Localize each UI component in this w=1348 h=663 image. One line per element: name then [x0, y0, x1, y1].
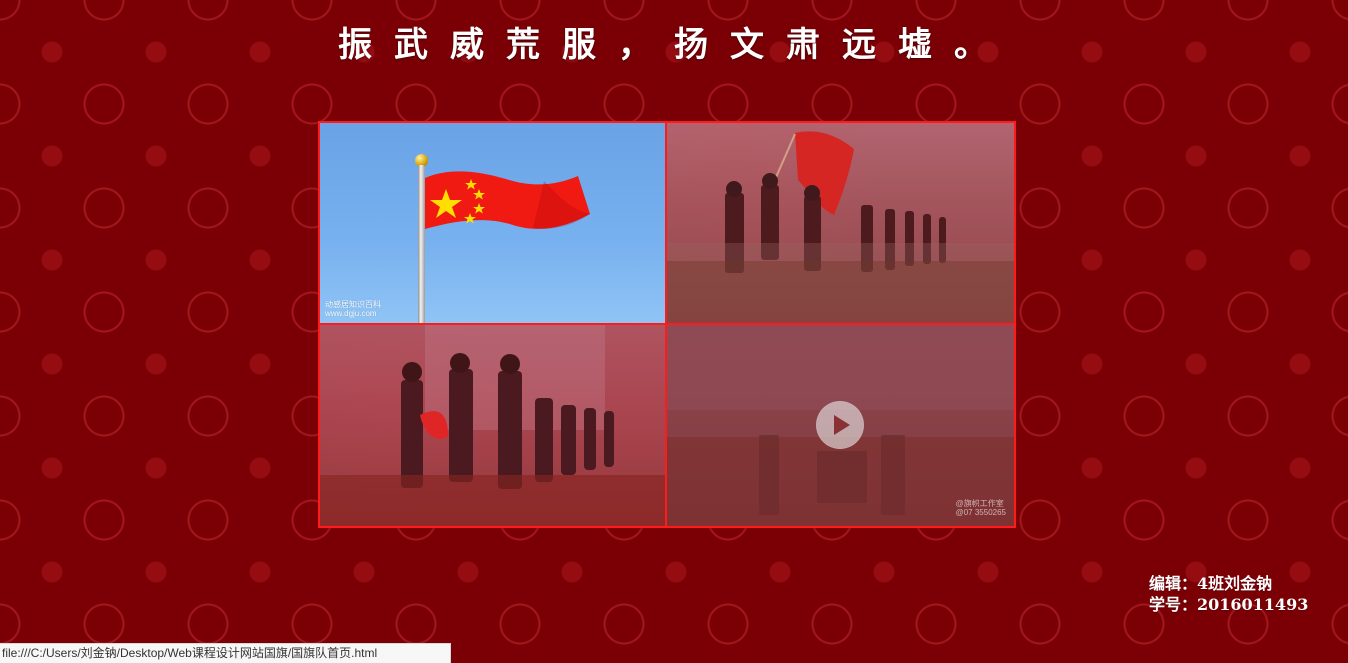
flag-image-tile[interactable]: 动感居知识百科 www.dgju.com: [320, 123, 665, 323]
video-watermark-line-2: @07 3550265: [955, 508, 1006, 518]
browser-status-bar: file:///C:/Users/刘金钠/Desktop/Web课程设计网站国旗…: [0, 643, 451, 663]
credits: 编辑：4班刘金钠 学号：2016011493: [1149, 573, 1308, 615]
image-gallery: 动感居知识百科 www.dgju.com @旗帜工作室 @07 3550265: [318, 121, 1016, 528]
student-id: 学号：2016011493: [1149, 595, 1309, 614]
march-photo-tile[interactable]: [320, 325, 665, 526]
image-watermark: 动感居知识百科 www.dgju.com: [325, 300, 381, 318]
honor-guard-photo-tile[interactable]: [667, 123, 1014, 323]
play-icon[interactable]: [816, 401, 864, 449]
editor-credit: 编辑：4班刘金钠: [1149, 574, 1273, 593]
video-tile[interactable]: @旗帜工作室 @07 3550265: [667, 325, 1014, 526]
watermark-line-2: www.dgju.com: [325, 308, 377, 318]
page-title: 振武威荒服，扬文肃远墟。: [338, 25, 1010, 65]
watermark-line-1: 动感居知识百科: [325, 299, 381, 309]
national-flag-image: [425, 171, 590, 229]
video-watermark: @旗帜工作室 @07 3550265: [956, 500, 1006, 518]
